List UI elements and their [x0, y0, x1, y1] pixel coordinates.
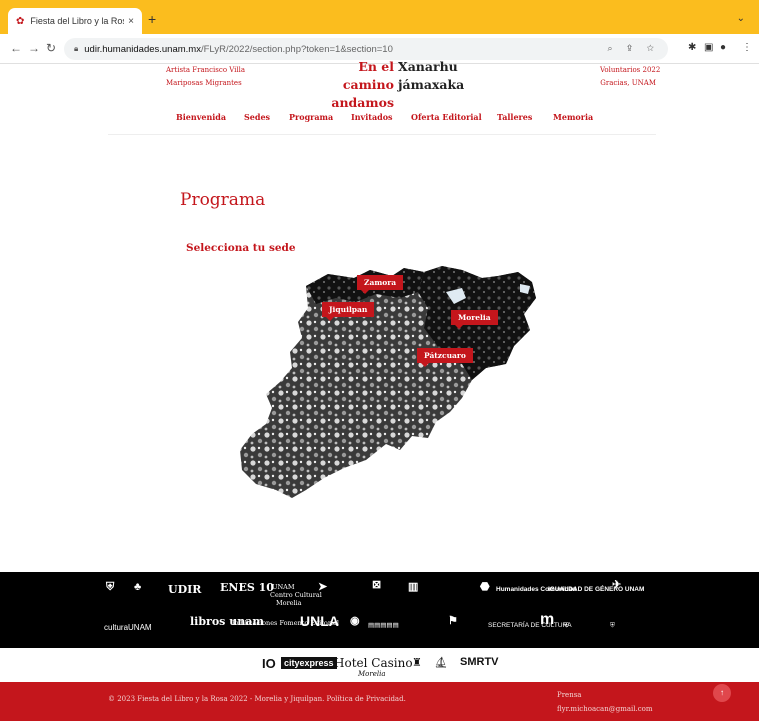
nav-programa[interactable]: Programa	[289, 112, 351, 122]
prensa-block: Prensa flyr.michoacan@gmail.com	[557, 688, 653, 716]
section-subtitle: Selecciona tu sede	[186, 242, 296, 254]
seal-logo-icon[interactable]: ◉	[350, 616, 360, 627]
main-nav: Bienvenida Sedes Programa Invitados Ofer…	[176, 112, 603, 122]
humanidades-icon[interactable]: ♣	[134, 582, 141, 593]
logo-centro-cultural[interactable]: Centro Cultural	[270, 592, 322, 599]
logo-enes[interactable]: ENES 10	[220, 582, 274, 593]
header-right-links: Voluntarios 2022 Gracias, UNAM	[600, 64, 660, 90]
logo-10-icon[interactable]: IO	[262, 656, 276, 671]
extensions-icon[interactable]: ✱	[688, 42, 696, 53]
logo-unam-text[interactable]: UNAM	[272, 584, 295, 591]
nav-memoria[interactable]: Memoria	[553, 112, 603, 122]
nav-sedes[interactable]: Sedes	[244, 112, 289, 122]
logo-udir[interactable]: UDIR	[168, 584, 201, 595]
brand-pu-line-2: jámaxaka	[398, 77, 465, 92]
pin-patzcuaro[interactable]: Pátzcuaro	[417, 348, 473, 367]
nav-talleres[interactable]: Talleres	[497, 112, 553, 122]
omnibox-actions-icon[interactable]: ⌕ ⇪ ☆	[608, 43, 660, 54]
header-link-voluntarios[interactable]: Voluntarios 2022	[600, 64, 660, 77]
fox-logo-icon[interactable]: ⚑	[448, 616, 458, 627]
header-link-gracias[interactable]: Gracias, UNAM	[600, 77, 656, 90]
logo-unla[interactable]: UNLA	[300, 614, 339, 628]
url-path: /FLyR/2022/section.php?token=1&section=1…	[200, 43, 393, 55]
logo-secretaria-cultura[interactable]: SECRETARÍA DE CULTURA	[488, 622, 572, 629]
sponsors-strip: IO cityexpress Hotel Casino Morelia ♜ ⛵︎…	[0, 648, 759, 682]
browser-tab[interactable]: ✿ Fiesta del Libro y la Rosa 2022 ×	[8, 8, 142, 34]
unam-shield-icon[interactable]: ⛨	[106, 582, 114, 593]
ship-logo-icon[interactable]: ⛵︎	[434, 656, 448, 669]
barcode-logo-icon[interactable]: ▤▤▤▤▤	[368, 622, 399, 629]
brand-line-1: En el camino	[342, 59, 394, 92]
forward-icon[interactable]: →	[28, 41, 40, 55]
nav-invitados[interactable]: Invitados	[351, 112, 411, 122]
scroll-to-top-icon[interactable]: ↑	[713, 684, 731, 702]
logo-cityexpress[interactable]: cityexpress	[281, 657, 337, 669]
nav-bienvenida[interactable]: Bienvenida	[176, 112, 244, 122]
building-logo-icon[interactable]: ▥	[408, 582, 418, 593]
logo-hotel-casino[interactable]: Hotel Casino	[334, 656, 413, 670]
lock-icon: 🔒︎	[74, 44, 79, 53]
brand-pu-line-1: Xanarhu	[398, 59, 458, 74]
back-icon[interactable]: ←	[10, 41, 22, 55]
brand-line-2: andamos	[331, 95, 394, 110]
logo-morelia-script[interactable]: Morelia	[358, 670, 386, 678]
logo-m[interactable]: m	[540, 612, 554, 628]
browser-tab-strip: ✿ Fiesta del Libro y la Rosa 2022 × + ⌄	[0, 0, 759, 34]
michoacan-map[interactable]	[236, 264, 548, 504]
nav-oferta-editorial[interactable]: Oferta Editorial	[411, 112, 497, 122]
sidepanel-icon[interactable]: ▣	[704, 42, 713, 53]
new-tab-button[interactable]: +	[148, 11, 156, 27]
url-host: udir.humanidades.unam.mx	[84, 43, 201, 55]
site-logo-spanish[interactable]: En el camino andamos	[312, 58, 394, 112]
eagle-logo-icon[interactable]: ✈	[612, 580, 621, 591]
header-link-mariposas[interactable]: Mariposas Migrantes	[166, 77, 245, 90]
favicon-icon: ✿	[16, 15, 25, 27]
site-logo-purepecha[interactable]: Xanarhu jámaxaka	[398, 58, 464, 94]
tab-title: Fiesta del Libro y la Rosa 2022	[30, 16, 124, 26]
tab-close-icon[interactable]: ×	[128, 16, 134, 27]
humanidades-comunidad-icon[interactable]: ⬣	[480, 582, 490, 593]
prensa-label: Prensa	[557, 691, 582, 699]
state-seal-icon[interactable]: ⛨	[564, 622, 569, 629]
page-content: Artista Francisco Villa Mariposas Migran…	[0, 59, 759, 721]
copyright-text: © 2023 Fiesta del Libro y la Rosa 2022 -…	[108, 695, 406, 703]
logo-cultura-unam[interactable]: culturaUNAM	[104, 624, 152, 632]
canaco-icon[interactable]: ♜	[412, 656, 422, 669]
menu-kebab-icon[interactable]: ⋮	[742, 42, 752, 53]
header-link-artista[interactable]: Artista Francisco Villa	[166, 64, 245, 77]
address-bar[interactable]: 🔒︎ udir.humanidades.unam.mx/FLyR/2022/se…	[64, 38, 668, 60]
pin-zamora[interactable]: Zamora	[357, 275, 404, 294]
logo-smrtv[interactable]: SMRTV	[460, 656, 499, 668]
gobierno-seal-icon[interactable]: ⛨	[610, 622, 615, 629]
profile-icon[interactable]: ●	[720, 42, 726, 53]
header-left-links: Artista Francisco Villa Mariposas Migran…	[166, 64, 245, 90]
nav-divider	[108, 134, 656, 135]
pin-jiquilpan[interactable]: Jiquilpan	[322, 302, 375, 321]
logo-morelia[interactable]: Morelia	[276, 600, 302, 607]
logo-igualdad[interactable]: IGUALDAD DE GÉNERO UNAM	[548, 586, 644, 593]
site-footer: © 2023 Fiesta del Libro y la Rosa 2022 -…	[0, 682, 759, 721]
pin-morelia[interactable]: Morelia	[451, 310, 498, 329]
page-title: Programa	[180, 190, 266, 210]
partners-footer: ⛨ ♣ UDIR ENES 10 UNAM Centro Cultural Mo…	[0, 572, 759, 648]
pattern-logo-icon[interactable]: ⊠	[372, 580, 381, 591]
reload-icon[interactable]: ↻	[46, 41, 56, 55]
tab-search-icon[interactable]: ⌄	[737, 13, 745, 24]
prensa-email-link[interactable]: flyr.michoacan@gmail.com	[557, 702, 653, 716]
coordinacion-icon[interactable]: ➤	[318, 582, 327, 593]
